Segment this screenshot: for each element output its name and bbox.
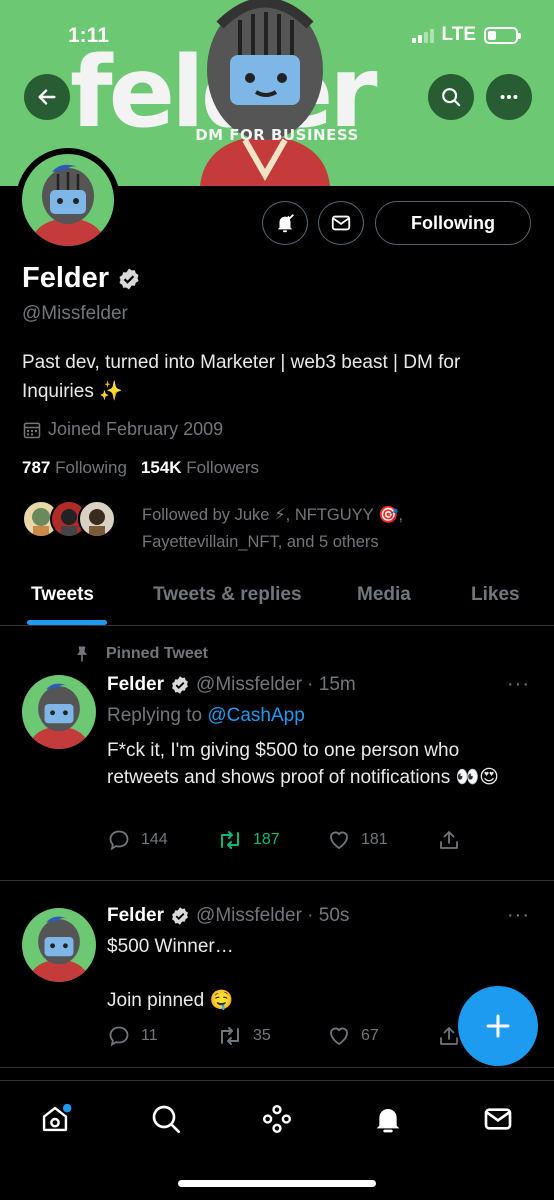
like-button[interactable]: 67	[327, 1024, 437, 1048]
reply-icon	[109, 830, 129, 851]
following-count: 787	[22, 458, 51, 477]
tab-tweets[interactable]: Tweets	[31, 584, 94, 606]
retweet-button[interactable]: 187	[217, 828, 327, 852]
replying-to-label: Replying to	[107, 705, 203, 726]
search-icon	[152, 1105, 180, 1133]
search-button[interactable]	[428, 74, 474, 120]
cellular-signal-icon	[411, 28, 434, 43]
follow-counts: 787 Following 154K Followers	[22, 458, 259, 478]
joined-date: Joined February 2009	[22, 419, 223, 440]
profile-handle: @Missfelder	[22, 303, 128, 324]
nav-messages[interactable]	[478, 1099, 518, 1139]
reply-icon	[109, 1026, 129, 1047]
nav-notifications[interactable]	[368, 1099, 408, 1139]
tweet-more-button[interactable]: ···	[507, 904, 530, 927]
envelope-icon	[331, 215, 351, 231]
messages-icon	[484, 1108, 512, 1130]
pinned-label: Pinned Tweet	[106, 645, 208, 662]
followers-label: Followers	[186, 458, 260, 477]
followers-count-link[interactable]: 154K Followers	[141, 458, 259, 478]
spaces-icon	[263, 1105, 291, 1133]
compose-tweet-button[interactable]	[458, 986, 538, 1066]
network-type: LTE	[441, 24, 476, 45]
notifications-icon	[376, 1109, 400, 1133]
profile-bio: Past dev, turned into Marketer | web3 be…	[22, 352, 461, 402]
avatar-image	[30, 164, 106, 246]
share-button[interactable]	[437, 828, 547, 852]
search-icon	[442, 88, 461, 107]
like-button[interactable]: 181	[327, 828, 437, 852]
tweet-avatar[interactable]	[22, 675, 96, 749]
like-count: 181	[361, 831, 388, 848]
tab-likes[interactable]: Likes	[471, 584, 520, 606]
like-count: 67	[361, 1027, 379, 1044]
reply-button[interactable]: 144	[107, 828, 217, 852]
message-button[interactable]	[318, 201, 364, 245]
plus-icon	[486, 1014, 510, 1038]
followers-count: 154K	[140, 458, 182, 477]
pinned-indicator: Pinned Tweet	[72, 643, 208, 665]
nav-home[interactable]	[35, 1099, 75, 1139]
home-icon	[42, 1103, 72, 1132]
more-icon	[500, 94, 518, 100]
tab-media[interactable]: Media	[357, 584, 411, 606]
tweet-header: Felder @Missfelder · 15m	[107, 674, 356, 696]
verified-badge-icon	[119, 268, 139, 289]
home-indicator	[178, 1180, 376, 1187]
tweet-text-line: $500 Winner…	[107, 936, 234, 957]
tweet-author-name[interactable]: Felder	[107, 674, 164, 696]
calendar-icon	[23, 422, 41, 438]
joined-text: Joined February 2009	[48, 419, 224, 439]
retweet-count: 187	[253, 831, 280, 848]
tweet-handle-time: @Missfelder · 15m	[196, 674, 356, 695]
notifications-toggle-button[interactable]	[262, 201, 308, 245]
tweet-actions: 144 187 181	[107, 828, 547, 852]
back-arrow-icon	[38, 89, 56, 105]
bell-check-icon	[277, 214, 294, 233]
more-options-button[interactable]	[486, 74, 532, 120]
retweet-count: 35	[253, 1027, 271, 1044]
reply-button[interactable]: 11	[107, 1024, 217, 1048]
profile-name-row: Felder	[22, 262, 141, 295]
followed-by-text: Followed by Juke ⚡, NFTGUYY 🎯, Fayettevi…	[142, 506, 404, 551]
battery-icon	[484, 26, 521, 44]
status-indicators: LTE	[411, 24, 521, 46]
share-icon	[440, 831, 458, 849]
verified-badge-icon	[172, 676, 188, 694]
tweet-text: F*ck it, I'm giving $500 to one person w…	[107, 740, 499, 788]
status-time: 1:11	[68, 24, 109, 47]
following-button[interactable]: Following	[375, 201, 531, 245]
tweet-avatar[interactable]	[22, 908, 96, 982]
reply-count: 144	[141, 831, 168, 848]
nav-spaces[interactable]	[257, 1099, 297, 1139]
pin-icon	[77, 646, 87, 662]
reply-count: 11	[141, 1027, 158, 1044]
heart-icon	[330, 1027, 348, 1046]
retweet-icon	[221, 831, 239, 849]
tweet-header: Felder @Missfelder · 50s	[107, 905, 349, 927]
replying-to: Replying to @CashApp	[107, 702, 527, 729]
profile-avatar[interactable]	[16, 148, 120, 252]
replying-to-handle[interactable]: @CashApp	[207, 705, 304, 726]
retweet-icon	[221, 1027, 239, 1045]
follower-avatar	[78, 500, 116, 538]
nav-search[interactable]	[146, 1099, 186, 1139]
heart-icon	[330, 831, 348, 850]
following-count-link[interactable]: 787 Following	[22, 458, 127, 478]
following-label: Following	[55, 458, 127, 477]
verified-badge-icon	[172, 907, 188, 925]
profile-name: Felder	[22, 262, 110, 294]
profile-tabs: Tweets Tweets & replies Media Likes	[0, 572, 554, 626]
active-tab-indicator	[27, 620, 107, 625]
retweet-button[interactable]: 35	[217, 1024, 327, 1048]
tweet-handle-time: @Missfelder · 50s	[196, 905, 350, 926]
tweet-more-button[interactable]: ···	[507, 673, 530, 696]
banner-subtitle: DM FOR BUSINESS	[195, 126, 359, 144]
tab-tweets-and-replies[interactable]: Tweets & replies	[153, 584, 302, 606]
banner-mascot-illustration	[200, 0, 330, 186]
tweet-pinned[interactable]: Pinned Tweet Felder @Missfelder · 15m ··…	[0, 627, 554, 881]
followed-by-section[interactable]: Followed by Juke ⚡, NFTGUYY 🎯, Fayettevi…	[22, 500, 403, 551]
tweet-author-name[interactable]: Felder	[107, 905, 164, 927]
back-button[interactable]	[24, 74, 70, 120]
